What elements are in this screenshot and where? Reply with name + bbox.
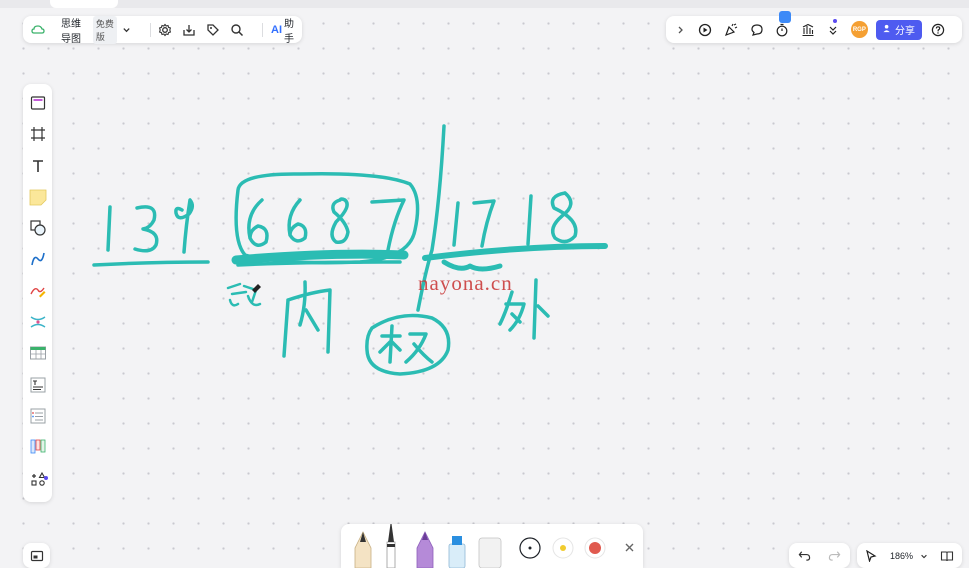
search-icon[interactable] — [230, 22, 244, 38]
settings-gear-icon[interactable] — [158, 22, 172, 38]
ink-digit-7 — [370, 198, 406, 252]
ink-thick-underline-right — [422, 243, 608, 261]
ai-assistant-button[interactable]: AI 助手 — [271, 15, 294, 45]
left-toolbar — [23, 84, 52, 502]
book-guide-icon[interactable] — [940, 548, 954, 564]
pen-tray — [341, 520, 643, 568]
double-chevron-down-icon[interactable] — [825, 22, 841, 38]
fountain-pen-tool-icon — [386, 520, 396, 568]
text-icon[interactable] — [27, 155, 49, 177]
undo-icon[interactable] — [796, 548, 812, 564]
stroke-size-option — [519, 537, 541, 559]
ink-underline-left — [92, 260, 210, 267]
comment-icon[interactable] — [749, 22, 765, 38]
color-yellow-option — [552, 537, 574, 559]
cloud-sync-icon — [31, 23, 45, 37]
ink-digit-1c — [526, 194, 533, 246]
chevron-down-icon[interactable] — [121, 22, 132, 38]
document-title[interactable]: 思维导图 — [61, 15, 88, 45]
notification-badge[interactable] — [779, 11, 791, 23]
connector-icon[interactable] — [27, 248, 49, 270]
color-red-option — [584, 537, 606, 559]
template-icon[interactable] — [27, 92, 49, 114]
ink-digit-8b — [550, 191, 578, 244]
watermark-text: nayona.cn — [418, 271, 513, 295]
download-icon[interactable] — [182, 22, 196, 38]
ink-digit-7b — [472, 199, 496, 248]
shape-icon[interactable] — [27, 217, 49, 239]
ink-scribble — [441, 259, 503, 272]
pen-icon[interactable] — [27, 280, 49, 302]
help-icon[interactable] — [930, 22, 946, 38]
ink-digit-9 — [174, 198, 194, 254]
highlighter-tool-icon — [448, 536, 466, 568]
presentation-play-icon[interactable] — [698, 22, 714, 38]
new-indicator-dot — [44, 476, 48, 480]
top-right-toolbar: RGP 分享 — [666, 16, 962, 43]
ink-digit-3 — [133, 205, 159, 253]
select-cursor-icon[interactable] — [865, 548, 878, 564]
person-add-icon — [883, 24, 892, 36]
ink-digit-6b — [287, 198, 308, 243]
vote-icon[interactable] — [800, 22, 816, 38]
minimap-button[interactable] — [23, 543, 50, 568]
pencil-tool-icon — [354, 531, 372, 568]
mindmap-icon[interactable] — [27, 311, 49, 333]
sticky-note-icon[interactable] — [27, 186, 49, 208]
zoom-panel: 186% — [857, 543, 962, 568]
toolbar-divider — [262, 22, 263, 37]
zoom-level[interactable]: 186% — [890, 551, 913, 561]
new-indicator-dot — [833, 19, 837, 23]
ink-digit-1a — [106, 205, 112, 252]
list-icon[interactable] — [27, 405, 49, 427]
ink-digit-8 — [330, 197, 350, 245]
ink-thin-line — [236, 260, 402, 267]
ink-char-nei — [282, 280, 332, 358]
minimap-icon — [29, 548, 45, 564]
ink-circle-quan — [365, 313, 451, 376]
user-avatar[interactable]: RGP — [851, 21, 868, 38]
undo-redo-panel — [789, 543, 850, 568]
table-icon[interactable] — [27, 342, 49, 364]
timer-icon[interactable] — [774, 22, 790, 38]
frame-icon[interactable] — [27, 123, 49, 145]
top-left-toolbar: 思维导图 免费版 AI 助手 — [23, 15, 302, 45]
redo-icon[interactable] — [827, 548, 843, 564]
ink-char-quan — [378, 324, 434, 364]
share-label: 分享 — [894, 26, 915, 37]
close-icon — [625, 543, 634, 552]
ink-digit-6a — [247, 198, 269, 247]
ink-circle-6687 — [234, 171, 420, 265]
marker-tool-icon — [416, 531, 434, 568]
text-doc-icon[interactable] — [27, 374, 49, 396]
ink-digit-1b — [452, 201, 460, 247]
kanban-icon[interactable] — [27, 436, 49, 458]
chevron-right-icon[interactable] — [672, 22, 688, 38]
plan-badge: 免费版 — [92, 15, 117, 44]
ai-assistant-label: 助手 — [284, 18, 294, 45]
ai-label: AI — [271, 23, 282, 36]
toolbar-divider — [149, 22, 151, 37]
eraser-tool-icon — [478, 537, 502, 568]
celebrate-icon[interactable] — [723, 22, 739, 38]
share-button[interactable]: 分享 — [875, 19, 923, 40]
tag-icon[interactable] — [206, 22, 220, 38]
chevron-down-icon[interactable] — [917, 548, 930, 564]
